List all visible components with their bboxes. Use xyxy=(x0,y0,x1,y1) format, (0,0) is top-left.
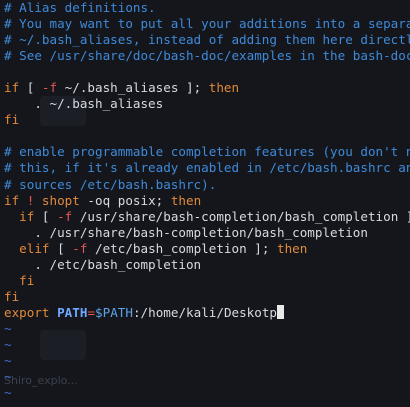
code-token: PATH xyxy=(57,304,88,320)
editor-line[interactable]: if [ -f ~/.bash_aliases ]; then xyxy=(4,80,410,96)
code-token: # Alias definitions. xyxy=(4,0,156,15)
code-token: ! xyxy=(19,192,42,208)
code-token: if xyxy=(4,192,20,208)
code-token: if xyxy=(4,208,35,224)
editor-line[interactable]: # Alias definitions. xyxy=(4,0,410,16)
code-token: . /etc/bash_completion xyxy=(4,256,202,272)
editor-line[interactable]: fi xyxy=(4,289,410,305)
code-token: shopt xyxy=(41,192,80,208)
code-token: [ xyxy=(34,208,58,224)
editor-line[interactable]: # enable programmable completion feature… xyxy=(4,144,410,160)
editor-line[interactable]: # this, if it's already enabled in /etc/… xyxy=(4,160,410,176)
code-token: [ xyxy=(19,80,42,96)
editor-line[interactable]: ~ xyxy=(4,337,410,353)
code-token: # ~/.bash_aliases, instead of adding the… xyxy=(4,32,410,48)
code-token: /etc/bash_completion xyxy=(87,240,255,256)
editor-line[interactable]: if [ -f /usr/share/bash-completion/bash_… xyxy=(4,209,410,225)
code-token: -f xyxy=(57,208,73,224)
code-token: . ~/.bash_aliases xyxy=(4,96,164,112)
vim-editor-buffer[interactable]: # Alias definitions. # You may want to pu… xyxy=(4,0,410,401)
code-token: :/home/kali/Deskotp xyxy=(132,304,278,320)
editor-line[interactable]: elif [ -f /etc/bash_completion ]; then xyxy=(4,241,410,257)
editor-line[interactable]: ~ xyxy=(4,353,410,369)
code-token: -f xyxy=(41,80,58,96)
editor-line[interactable]: . ~/.bash_aliases xyxy=(4,96,410,112)
editor-line[interactable]: . /etc/bash_completion xyxy=(4,257,410,273)
code-token: /usr/share/bash-completion/bash_completi… xyxy=(79,208,410,224)
code-token: elif xyxy=(4,240,50,256)
editor-line[interactable] xyxy=(4,64,410,80)
code-token: ~/.bash_aliases xyxy=(57,80,186,96)
code-token: -f xyxy=(72,240,88,256)
editor-line[interactable]: # ~/.bash_aliases, instead of adding the… xyxy=(4,32,410,48)
empty-line-marker: ~ xyxy=(4,320,12,336)
code-token: = xyxy=(87,304,96,320)
empty-line-marker: ~ xyxy=(4,369,12,385)
code-token: then xyxy=(269,240,308,256)
editor-line[interactable]: # You may want to put all your additions… xyxy=(4,16,410,32)
code-token: . /usr/share/bash-completion/bash_comple… xyxy=(4,224,368,240)
code-token: fi xyxy=(4,112,20,128)
code-token: # You may want to put all your additions… xyxy=(4,16,410,32)
code-token: # See /usr/share/doc/bash-doc/examples i… xyxy=(4,48,410,64)
code-token: # this, if it's already enabled in /etc/… xyxy=(4,160,410,176)
editor-line[interactable]: . /usr/share/bash-completion/bash_comple… xyxy=(4,225,410,241)
empty-line-marker: ~ xyxy=(4,336,12,352)
code-token: # enable programmable completion feature… xyxy=(4,144,410,160)
code-token: ]; xyxy=(254,240,270,256)
editor-line[interactable]: ~ xyxy=(4,321,410,337)
code-token: if xyxy=(4,80,20,96)
editor-line[interactable]: # sources /etc/bash.bashrc). xyxy=(4,177,410,193)
editor-line[interactable]: if ! shopt -oq posix; then xyxy=(4,193,410,209)
code-token: [ xyxy=(49,240,73,256)
code-token: $PATH xyxy=(95,304,133,320)
code-token: export xyxy=(4,304,50,320)
text-cursor xyxy=(277,304,285,319)
editor-line[interactable]: ~ xyxy=(4,369,410,385)
code-token: fi xyxy=(4,272,35,288)
empty-line-marker: ~ xyxy=(4,385,12,401)
code-token: -oq posix; xyxy=(79,192,171,208)
code-token: ]; xyxy=(186,80,202,96)
code-token: then xyxy=(170,192,202,208)
editor-line[interactable] xyxy=(4,128,410,144)
editor-line[interactable]: fi xyxy=(4,112,410,128)
editor-line[interactable]: ~ xyxy=(4,385,410,401)
editor-line[interactable]: fi xyxy=(4,273,410,289)
code-token: # sources /etc/bash.bashrc). xyxy=(4,176,217,192)
empty-line-marker: ~ xyxy=(4,353,12,369)
editor-line[interactable]: export PATH=$PATH:/home/kali/Deskotp xyxy=(4,304,410,321)
editor-line[interactable]: # See /usr/share/doc/bash-doc/examples i… xyxy=(4,48,410,64)
code-token: fi xyxy=(4,288,20,304)
code-token: then xyxy=(201,80,240,96)
